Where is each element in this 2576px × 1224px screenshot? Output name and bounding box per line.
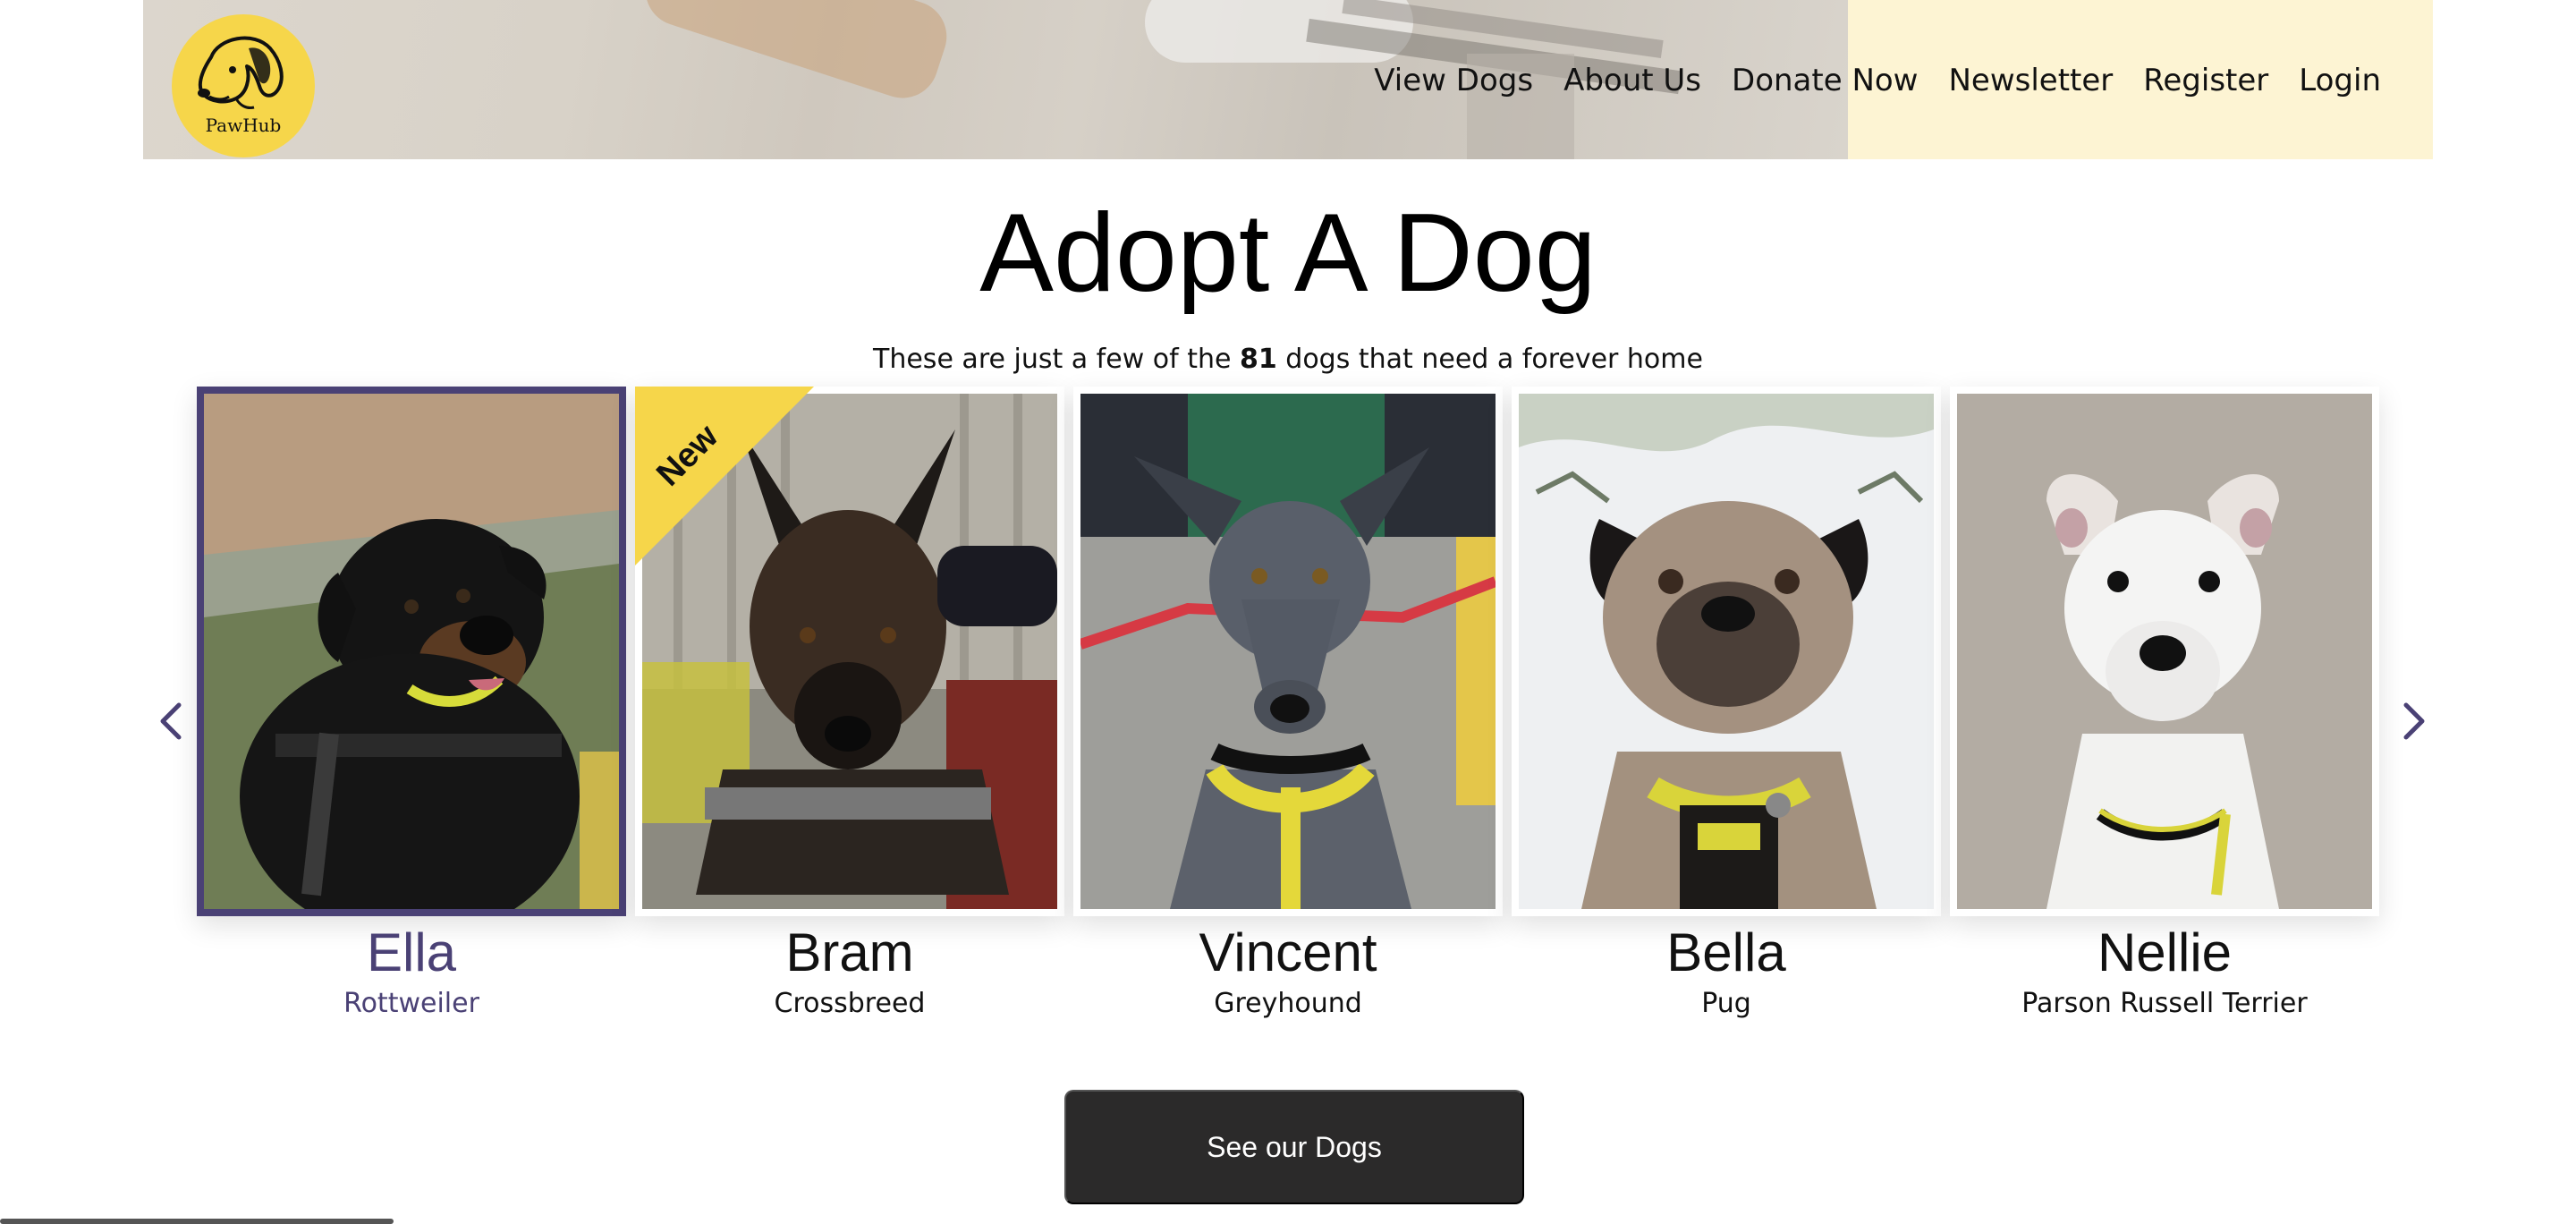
chevron-right-icon xyxy=(2403,702,2425,740)
dog-card-nellie[interactable] xyxy=(1950,387,2379,916)
dog-breed-ella: Rottweiler xyxy=(343,988,479,1019)
dog-photo-bella xyxy=(1519,394,1934,909)
dog-card-bella[interactable] xyxy=(1512,387,1941,916)
page-subtitle: These are just a few of the 81 dogs that… xyxy=(0,344,2576,375)
nav-login[interactable]: Login xyxy=(2299,63,2381,98)
carousel-prev-button[interactable] xyxy=(145,694,199,748)
main-nav: View Dogs About Us Donate Now Newsletter… xyxy=(1374,63,2381,98)
nav-donate-now[interactable]: Donate Now xyxy=(1732,63,1918,98)
dog-breed-vincent: Greyhound xyxy=(1214,988,1362,1019)
dog-photo-nellie xyxy=(1957,394,2372,909)
chevron-left-icon xyxy=(160,702,182,740)
subtitle-suffix: dogs that need a forever home xyxy=(1276,344,1703,375)
dog-card-ella[interactable] xyxy=(197,387,626,916)
site-header: PawHub View Dogs About Us Donate Now New… xyxy=(143,0,2433,159)
dog-photo-ella xyxy=(204,394,619,909)
carousel-next-button[interactable] xyxy=(2386,694,2440,748)
nav-register[interactable]: Register xyxy=(2143,63,2268,98)
dog-photo-vincent xyxy=(1080,394,1496,909)
dog-head-icon xyxy=(198,36,284,109)
dog-breed-nellie: Parson Russell Terrier xyxy=(2021,988,2308,1019)
horizontal-scrollbar[interactable] xyxy=(0,1219,394,1224)
dog-card-vincent[interactable] xyxy=(1073,387,1503,916)
nav-view-dogs[interactable]: View Dogs xyxy=(1374,63,1533,98)
pawhub-logo[interactable]: PawHub xyxy=(172,14,315,157)
dog-name-bram[interactable]: Bram xyxy=(635,922,1064,983)
dog-name-nellie[interactable]: Nellie xyxy=(1950,922,2379,983)
see-our-dogs-button[interactable]: See our Dogs xyxy=(1064,1090,1524,1204)
dog-name-bella[interactable]: Bella xyxy=(1512,922,1941,983)
nav-newsletter[interactable]: Newsletter xyxy=(1948,63,2113,98)
dog-count: 81 xyxy=(1240,344,1277,375)
dog-name-vincent[interactable]: Vincent xyxy=(1073,922,1503,983)
dog-breed-bram: Crossbreed xyxy=(774,988,926,1019)
dog-name-ella[interactable]: Ella xyxy=(197,922,626,983)
logo-text: PawHub xyxy=(205,115,282,136)
subtitle-prefix: These are just a few of the xyxy=(873,344,1240,375)
dog-breed-bella: Pug xyxy=(1701,988,1751,1019)
page-title: Adopt A Dog xyxy=(979,191,1597,315)
new-ribbon: New xyxy=(635,387,814,565)
nav-about-us[interactable]: About Us xyxy=(1563,63,1701,98)
